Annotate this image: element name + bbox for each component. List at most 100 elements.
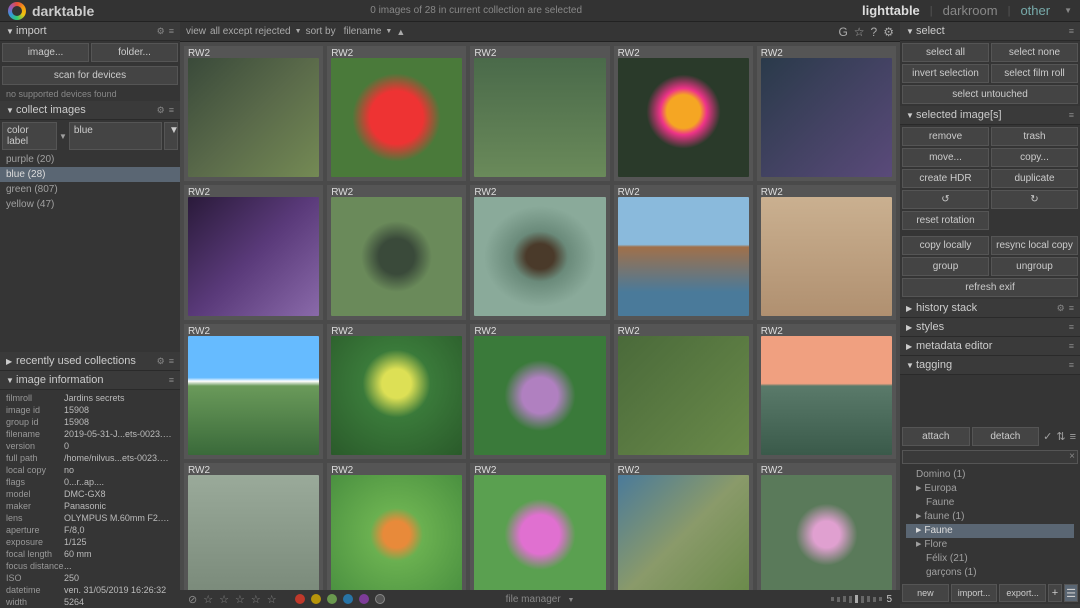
collect-dropdown[interactable]: ▼ [164,122,178,150]
star-3[interactable]: ☆ [235,593,245,606]
menu-icon[interactable]: ≡ [1069,26,1074,36]
reject-icon[interactable]: ⊘ [188,593,197,606]
menu-icon[interactable]: ≡ [1069,341,1074,351]
scan-devices-button[interactable]: scan for devices [2,66,178,85]
thumbnail[interactable]: RW2 [614,463,753,590]
zoom-slider[interactable] [831,595,882,603]
duplicate-button[interactable]: duplicate [991,169,1078,188]
thumbnail[interactable]: RW2 [184,463,323,590]
section-import[interactable]: ▼ import ⚙ ≡ [0,22,180,41]
tag-tree-item[interactable]: ▶Europa [906,482,1074,496]
collect-list-item[interactable]: purple (20) [0,152,180,167]
new-tag-button[interactable]: new [902,584,949,602]
view-other[interactable]: other [1016,3,1054,18]
group-button[interactable]: group [902,257,989,276]
section-history[interactable]: ▶ history stack ⚙ ≡ [900,299,1080,318]
collect-rule-select[interactable]: color label [2,122,57,150]
color-blue[interactable] [343,594,353,604]
ungroup-button[interactable]: ungroup [991,257,1078,276]
section-metadata[interactable]: ▶ metadata editor ≡ [900,337,1080,356]
add-tag-button[interactable]: + [1048,584,1062,602]
thumbnail[interactable]: RW2 [614,324,753,459]
thumbnail[interactable]: RW2 [327,46,466,181]
export-tags-button[interactable]: export... [999,584,1046,602]
invert-selection-button[interactable]: invert selection [902,64,989,83]
thumbnail[interactable]: RW2 [184,324,323,459]
refresh-exif-button[interactable]: refresh exif [902,278,1078,297]
copy-button[interactable]: copy... [991,148,1078,167]
menu-icon[interactable]: ≡ [1069,110,1074,120]
thumbnail[interactable]: RW2 [470,185,609,320]
detach-button[interactable]: detach [972,427,1040,446]
section-geotagging[interactable]: ▶ geotagging ≡ [900,604,1080,608]
help-icon[interactable]: ? [871,25,878,39]
thumbnail[interactable]: RW2 [614,185,753,320]
thumbnail[interactable]: RW2 [614,46,753,181]
remove-button[interactable]: remove [902,127,989,146]
import-folder-button[interactable]: folder... [91,43,178,62]
thumbnail-grid[interactable]: RW2RW2RW2RW2RW2RW2RW2RW2RW2RW2RW2RW2RW2R… [180,42,900,590]
thumbnail[interactable]: RW2 [470,324,609,459]
collect-list-item[interactable]: yellow (47) [0,197,180,212]
copy-locally-button[interactable]: copy locally [902,236,989,255]
tag-tree-item[interactable]: ▶faune (1) [906,510,1074,524]
section-recent[interactable]: ▶ recently used collections ⚙ ≡ [0,352,180,371]
thumbnail[interactable]: RW2 [184,46,323,181]
sort-icon[interactable]: ⇅ [1056,430,1065,443]
section-selected-images[interactable]: ▼ selected image[s] ≡ [900,106,1080,125]
view-lighttable[interactable]: lighttable [858,3,924,18]
color-purple[interactable] [359,594,369,604]
color-yellow[interactable] [311,594,321,604]
chevron-down-icon[interactable]: ▼ [1064,6,1072,15]
thumbnail[interactable]: RW2 [757,324,896,459]
menu-icon[interactable]: ≡ [169,375,174,385]
tag-tree-item[interactable]: ▶Faune [906,524,1074,538]
thumbnail[interactable]: RW2 [470,46,609,181]
collect-list-item[interactable]: blue (28) [0,167,180,182]
rotate-ccw-button[interactable]: ↺ [902,190,989,209]
select-none-button[interactable]: select none [991,43,1078,62]
collect-value-input[interactable]: blue [69,122,162,150]
star-icon[interactable]: ☆ [854,25,865,39]
gear-icon[interactable]: ⚙ [883,25,894,39]
collect-list-item[interactable]: green (807) [0,182,180,197]
thumbnail[interactable]: RW2 [184,185,323,320]
rotate-cw-button[interactable]: ↻ [991,190,1078,209]
overlay-icon[interactable]: G [838,25,847,39]
layout-mode-select[interactable]: file manager [506,594,561,605]
filter-select[interactable]: all except rejected [210,26,291,37]
trash-button[interactable]: trash [991,127,1078,146]
thumbnail[interactable]: RW2 [470,463,609,590]
resync-local-button[interactable]: resync local copy [991,236,1078,255]
menu-icon[interactable]: ≡ [169,26,174,36]
tag-tree-item[interactable]: garçons (1) [906,566,1074,580]
select-all-button[interactable]: select all [902,43,989,62]
gear-icon[interactable]: ⚙ [157,356,165,367]
zoom-level[interactable]: 5 [886,594,892,605]
thumbnail[interactable]: RW2 [327,324,466,459]
menu-icon[interactable]: ≡ [1069,360,1074,370]
star-4[interactable]: ☆ [251,593,261,606]
move-button[interactable]: move... [902,148,989,167]
check-icon[interactable]: ✓ [1043,430,1052,443]
gear-icon[interactable]: ⚙ [1057,303,1065,314]
color-none[interactable] [375,594,385,604]
reset-rotation-button[interactable]: reset rotation [902,211,989,230]
thumbnail[interactable]: RW2 [757,463,896,590]
color-green[interactable] [327,594,337,604]
thumbnail[interactable]: RW2 [327,463,466,590]
tag-tree-item[interactable]: Félix (21) [906,552,1074,566]
clear-icon[interactable]: × [1069,451,1075,462]
star-5[interactable]: ☆ [267,593,277,606]
tag-input[interactable]: × [902,450,1078,464]
section-tagging[interactable]: ▼ tagging ≡ [900,356,1080,375]
attach-button[interactable]: attach [902,427,970,446]
section-collect[interactable]: ▼ collect images ⚙ ≡ [0,101,180,120]
import-tags-button[interactable]: import... [951,584,998,602]
menu-icon[interactable]: ≡ [169,105,174,115]
color-red[interactable] [295,594,305,604]
menu-icon[interactable]: ≡ [169,356,174,366]
thumbnail[interactable]: RW2 [327,185,466,320]
tag-tree-item[interactable]: Faune [906,496,1074,510]
select-filmroll-button[interactable]: select film roll [991,64,1078,83]
